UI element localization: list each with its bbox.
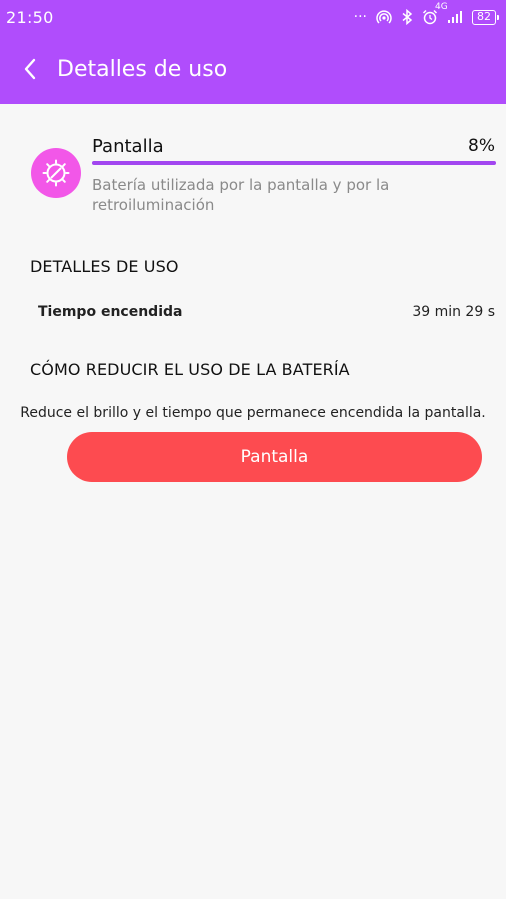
usage-summary: Pantalla 8% Batería utilizada por la pan… [0,104,506,224]
screen-brightness-icon [31,148,81,198]
network-type-label: 4G [435,2,448,12]
detail-label: Tiempo encendida [38,304,183,320]
detail-row-screen-on-time: Tiempo encendida 39 min 29 s [0,300,506,328]
usage-progress-fill [92,161,496,165]
reduce-usage-heading: CÓMO REDUCIR EL USO DE LA BATERÍA [30,360,350,379]
status-time: 21:50 [6,7,54,27]
reduce-usage-tip: Reduce el brillo y el tiempo que permane… [20,405,486,421]
usage-progress-bar [92,161,496,165]
battery-icon: 82 [472,9,499,25]
signal-icon: 4G [435,2,463,24]
chevron-left-icon [24,58,36,80]
screen-settings-button[interactable]: Pantalla [67,432,482,482]
usage-item-name: Pantalla [92,136,164,157]
hotspot-icon [376,9,392,25]
bluetooth-icon [401,9,413,25]
usage-description: Batería utilizada por la pantalla y por … [92,176,390,214]
status-icons: ··· 4G 82 [353,2,499,25]
detail-value: 39 min 29 s [412,304,495,320]
status-bar: 21:50 ··· 4G 82 [0,0,506,34]
back-button[interactable] [0,34,60,104]
usage-percent: 8% [468,136,495,156]
page-title: Detalles de uso [57,56,228,82]
overflow-dots-icon: ··· [353,9,367,25]
details-heading: DETALLES DE USO [30,257,179,276]
app-bar: Detalles de uso [0,34,506,104]
